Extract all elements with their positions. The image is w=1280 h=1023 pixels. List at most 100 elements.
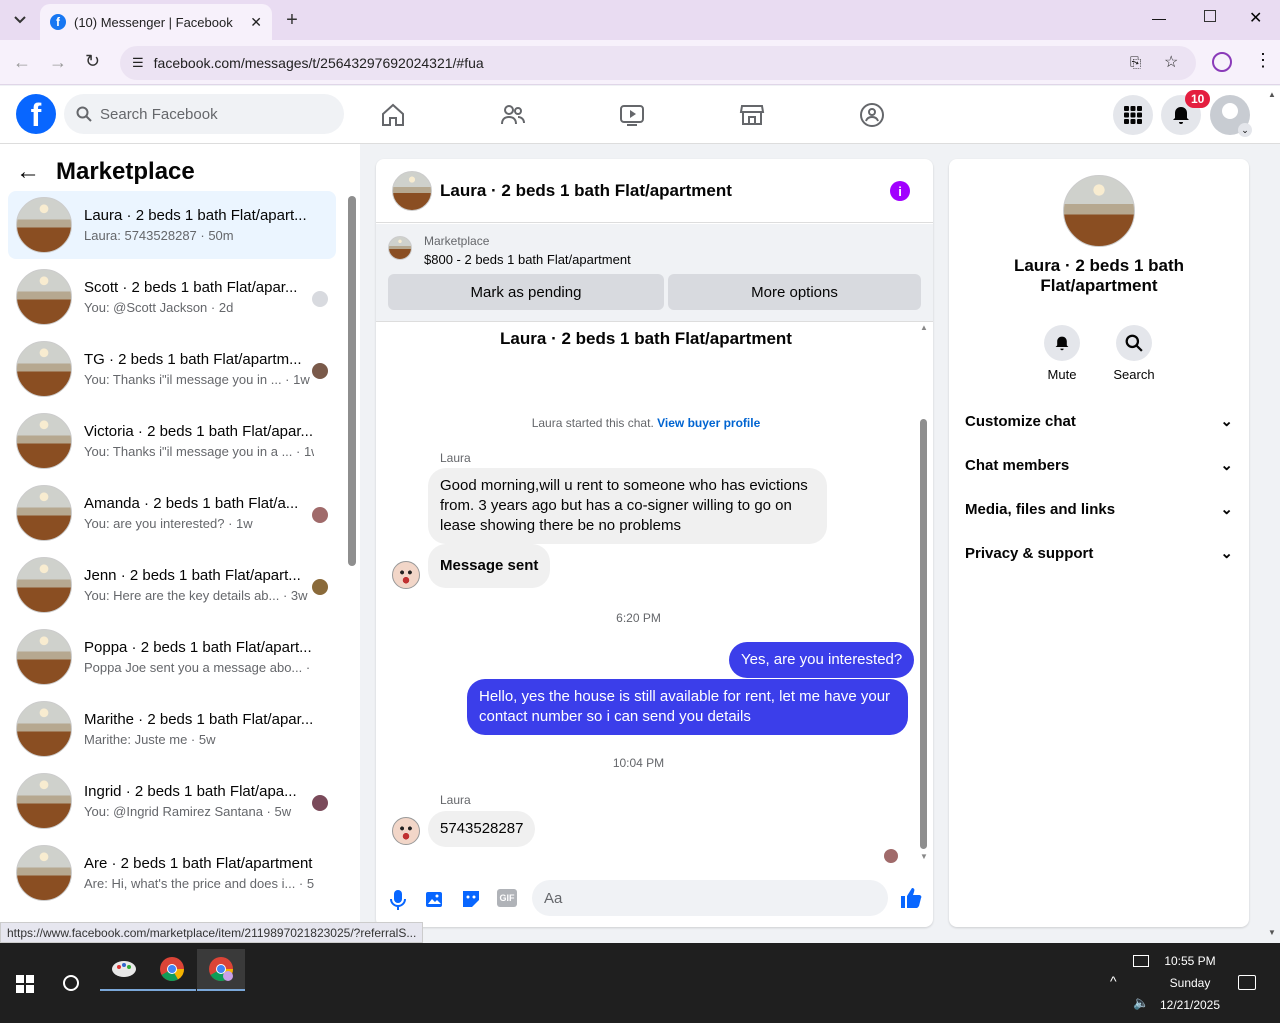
conversation-list-scrollbar[interactable] bbox=[348, 196, 356, 566]
conversation-item[interactable]: Amanda · 2 beds 1 bath Flat/a... You: are… bbox=[8, 479, 336, 547]
facebook-logo-icon[interactable]: f bbox=[16, 94, 56, 134]
page-scroll-down-icon[interactable]: ▼ bbox=[1268, 928, 1276, 937]
conversation-item[interactable]: Scott · 2 beds 1 bath Flat/apar... You: @… bbox=[8, 263, 336, 331]
row-label: Privacy & support bbox=[965, 544, 1094, 562]
incoming-message[interactable]: Good morning,will u rent to someone who … bbox=[428, 468, 827, 544]
friends-icon[interactable] bbox=[496, 98, 530, 132]
search-icon bbox=[76, 106, 92, 122]
network-icon[interactable] bbox=[1133, 955, 1149, 967]
conversation-preview: You: @Scott Jackson · 2d bbox=[84, 300, 234, 315]
volume-icon[interactable]: 🔈 bbox=[1133, 995, 1149, 1011]
photo-attach-icon[interactable] bbox=[425, 889, 445, 914]
taskbar-chrome-icon[interactable] bbox=[148, 949, 196, 991]
media-files-links-row[interactable]: Media, files and links ⌄ bbox=[965, 500, 1233, 519]
taskbar-time[interactable]: 10:55 PM bbox=[1160, 954, 1220, 968]
view-buyer-profile-link[interactable]: View buyer profile bbox=[657, 416, 760, 430]
customize-chat-row[interactable]: Customize chat ⌄ bbox=[965, 412, 1233, 431]
site-info-icon[interactable]: ☰ bbox=[132, 55, 144, 71]
marketplace-icon[interactable] bbox=[735, 98, 769, 132]
outgoing-message[interactable]: Yes, are you interested? bbox=[729, 642, 915, 678]
listing-thumbnail bbox=[16, 773, 72, 829]
conversation-info-icon[interactable]: i bbox=[890, 181, 910, 201]
chat-panel: Laura · 2 beds 1 bath Flat/apartment i M… bbox=[376, 159, 933, 927]
conversation-item[interactable]: TG · 2 beds 1 bath Flat/apartm... You: Th… bbox=[8, 335, 336, 403]
conversation-details-panel: Laura · 2 beds 1 bath Flat/apartment Mut… bbox=[949, 159, 1249, 927]
chat-members-row[interactable]: Chat members ⌄ bbox=[965, 456, 1233, 475]
privacy-support-row[interactable]: Privacy & support ⌄ bbox=[965, 544, 1233, 563]
search-in-conversation-button[interactable]: Search bbox=[1104, 325, 1164, 382]
mark-as-pending-button[interactable]: Mark as pending bbox=[388, 274, 664, 310]
tab-close-icon[interactable]: ✕ bbox=[250, 14, 262, 31]
browser-menu-icon[interactable]: ⋮ bbox=[1254, 50, 1272, 71]
conversation-item[interactable]: Marithe · 2 beds 1 bath Flat/apar... Mari… bbox=[8, 695, 336, 763]
minimize-window-icon[interactable]: — bbox=[1152, 10, 1166, 26]
sender-avatar[interactable] bbox=[392, 817, 420, 845]
chat-scrollbar[interactable] bbox=[920, 419, 927, 849]
forward-arrow-icon[interactable]: → bbox=[49, 52, 67, 73]
groups-icon[interactable] bbox=[855, 98, 889, 132]
windows-start-icon[interactable] bbox=[16, 975, 34, 998]
conversation-item[interactable]: Victoria · 2 beds 1 bath Flat/apar... You… bbox=[8, 407, 336, 475]
conversation-item[interactable]: Ingrid · 2 beds 1 bath Flat/apa... You: @… bbox=[8, 767, 336, 835]
thumbs-up-icon[interactable] bbox=[899, 886, 923, 915]
video-icon[interactable] bbox=[615, 98, 649, 132]
details-title: Laura · 2 beds 1 bath Flat/apartment bbox=[1013, 256, 1185, 295]
listing-thumbnail bbox=[16, 413, 72, 469]
marketplace-title: ← Marketplace bbox=[16, 158, 195, 186]
listing-thumbnail bbox=[16, 701, 72, 757]
show-hidden-icons-chevron[interactable]: ^ bbox=[1110, 973, 1117, 989]
listing-large-thumbnail[interactable] bbox=[1063, 175, 1135, 247]
account-avatar[interactable]: ⌄ bbox=[1210, 95, 1252, 137]
listing-thumbnail bbox=[16, 557, 72, 613]
conversation-item[interactable]: Jenn · 2 beds 1 bath Flat/apart... You: H… bbox=[8, 551, 336, 619]
home-icon[interactable] bbox=[376, 98, 410, 132]
conversation-name: Laura · 2 beds 1 bath Flat/apart... bbox=[84, 207, 307, 224]
sticker-icon[interactable] bbox=[461, 889, 481, 914]
incoming-message[interactable]: Message sent bbox=[428, 544, 551, 588]
search-facebook-input[interactable]: Search Facebook bbox=[64, 94, 344, 134]
chat-listing-thumbnail[interactable] bbox=[392, 170, 432, 211]
browser-tab-active[interactable]: f (10) Messenger | Facebook ✕ bbox=[40, 4, 272, 40]
mute-button[interactable]: Mute bbox=[1032, 325, 1092, 382]
tab-search-chevron-icon[interactable] bbox=[6, 6, 34, 34]
taskbar-chrome-profile-icon[interactable] bbox=[197, 949, 245, 991]
restore-window-icon[interactable] bbox=[1204, 10, 1216, 22]
address-bar[interactable]: ☰ facebook.com/messages/t/25643297692024… bbox=[120, 46, 1196, 80]
browser-tab-strip: f (10) Messenger | Facebook ✕ + — ✕ bbox=[0, 0, 1280, 40]
back-arrow-icon[interactable]: ← bbox=[16, 158, 40, 186]
message-input-placeholder: Aa bbox=[544, 889, 563, 907]
conversation-preview: Are: Hi, what's the price and does i... … bbox=[84, 876, 314, 891]
listing-thumbnail bbox=[16, 197, 72, 253]
conversation-item[interactable]: Are · 2 beds 1 bath Flat/apartment Are: H… bbox=[8, 839, 336, 907]
install-app-icon[interactable]: ⎘ bbox=[1130, 54, 1141, 71]
menu-grid-icon[interactable] bbox=[1113, 95, 1153, 135]
scroll-down-arrow-icon[interactable]: ▼ bbox=[920, 852, 928, 861]
conversation-item[interactable]: Laura · 2 beds 1 bath Flat/apart... Laura… bbox=[8, 191, 336, 259]
close-window-icon[interactable]: ✕ bbox=[1249, 8, 1262, 28]
chat-title[interactable]: Laura · 2 beds 1 bath Flat/apartment bbox=[440, 181, 732, 201]
new-tab-plus-icon[interactable]: + bbox=[278, 6, 306, 34]
back-arrow-icon[interactable]: ← bbox=[13, 52, 31, 73]
page-scroll-up-icon[interactable]: ▲ bbox=[1268, 90, 1276, 99]
reload-icon[interactable]: ↻ bbox=[85, 51, 100, 72]
cortana-search-icon[interactable] bbox=[63, 975, 79, 991]
incoming-message[interactable]: 5743528287 bbox=[428, 811, 536, 847]
marketplace-heading: Marketplace bbox=[56, 158, 195, 185]
gif-icon[interactable]: GIF bbox=[497, 889, 517, 907]
taskbar-app-paint-icon[interactable] bbox=[100, 949, 148, 991]
more-options-button[interactable]: More options bbox=[668, 274, 921, 310]
conversation-name: Poppa · 2 beds 1 bath Flat/apart... bbox=[84, 639, 312, 656]
action-center-icon[interactable] bbox=[1238, 975, 1256, 990]
seen-avatar bbox=[312, 795, 328, 811]
microphone-icon[interactable] bbox=[390, 889, 406, 916]
scroll-up-arrow-icon[interactable]: ▲ bbox=[920, 323, 928, 332]
sender-avatar[interactable] bbox=[392, 561, 420, 589]
chevron-down-icon: ⌄ bbox=[1220, 413, 1233, 430]
chat-started-text: Laura started this chat. bbox=[531, 416, 654, 430]
listing-price-title[interactable]: $800 - 2 beds 1 bath Flat/apartment bbox=[424, 252, 631, 267]
conversation-item[interactable]: Poppa · 2 beds 1 bath Flat/apart... Poppa… bbox=[8, 623, 336, 691]
outgoing-message[interactable]: Hello, yes the house is still available … bbox=[467, 679, 908, 735]
message-input[interactable]: Aa bbox=[532, 880, 888, 916]
bookmark-star-icon[interactable]: ☆ bbox=[1164, 52, 1178, 72]
profile-icon[interactable] bbox=[1212, 52, 1232, 72]
